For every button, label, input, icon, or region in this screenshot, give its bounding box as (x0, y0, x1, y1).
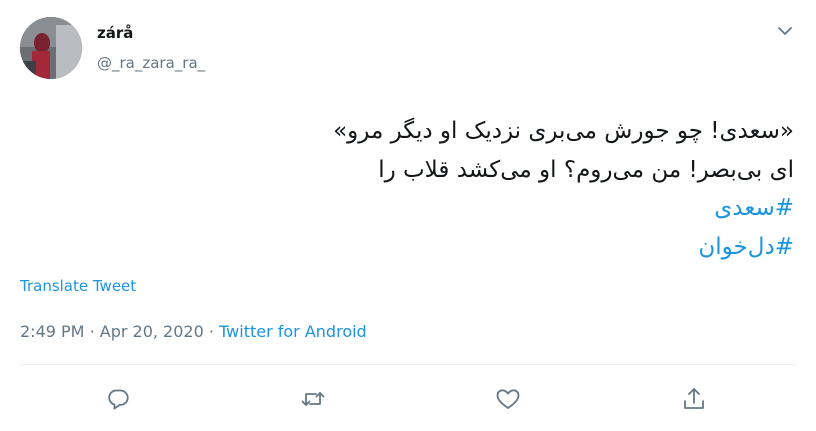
author-handle[interactable]: @_ra_zara_ra_ (97, 54, 205, 72)
tweet-text-line: ای بی‌بصر! من می‌روم؟ او می‌کشد قلاب را (378, 156, 794, 183)
tweet-meta: 2:49 PM · Apr 20, 2020 · Twitter for And… (20, 322, 367, 341)
chevron-down-icon[interactable] (772, 20, 798, 42)
divider (20, 364, 796, 365)
hashtag-link[interactable]: #سعدی (34, 189, 794, 228)
share-icon[interactable] (680, 385, 708, 413)
reply-icon[interactable] (104, 385, 132, 413)
tweet-date[interactable]: Apr 20, 2020 (100, 322, 204, 341)
tweet-text-line: «سعدی! چو جورش می‌بری نزدیک او دیگر مرو» (333, 118, 794, 144)
tweet-time[interactable]: 2:49 PM (20, 322, 84, 341)
meta-separator: · (89, 322, 95, 341)
avatar[interactable] (20, 17, 82, 79)
meta-separator: · (208, 322, 214, 341)
hashtag-link[interactable]: #دل‌خوان (34, 228, 794, 267)
like-icon[interactable] (494, 385, 522, 413)
tweet-text: «سعدی! چو جورش می‌بری نزدیک او دیگر مرو»… (34, 112, 794, 266)
author-display-name[interactable]: zárå (97, 24, 133, 42)
translate-tweet-link[interactable]: Translate Tweet (20, 277, 136, 295)
tweet-card: zárå @_ra_zara_ra_ «سعدی! چو جورش می‌بری… (0, 0, 816, 431)
tweet-source-link[interactable]: Twitter for Android (219, 322, 367, 341)
retweet-icon[interactable] (299, 385, 327, 413)
